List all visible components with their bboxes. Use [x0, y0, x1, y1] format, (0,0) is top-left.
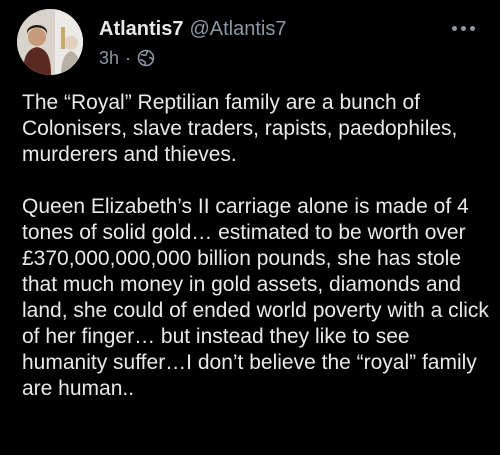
post-header: Atlantis7 @Atlantis7 [99, 17, 286, 41]
post: Atlantis7 @Atlantis7 3h · The “Royal” Rep… [0, 0, 500, 455]
avatar[interactable] [17, 9, 83, 75]
author-handle[interactable]: @Atlantis7 [189, 18, 286, 40]
meta-separator: · [125, 48, 132, 68]
avatar-image [17, 9, 83, 75]
more-dot [452, 25, 457, 31]
post-timestamp[interactable]: 3h [99, 47, 119, 69]
more-options-button[interactable] [448, 18, 484, 38]
post-paragraph: The “Royal” Reptilian family are a bunch… [22, 91, 458, 166]
post-meta: 3h · [99, 47, 155, 69]
post-paragraph: Queen Elizabeth’s II carriage alone is m… [22, 195, 489, 400]
globe-icon [137, 49, 155, 67]
more-dot [470, 25, 475, 31]
author-display-name[interactable]: Atlantis7 [99, 18, 183, 40]
more-dots-icon [452, 25, 475, 31]
more-dot [461, 25, 466, 31]
post-body: The “Royal” Reptilian family are a bunch… [22, 90, 492, 402]
